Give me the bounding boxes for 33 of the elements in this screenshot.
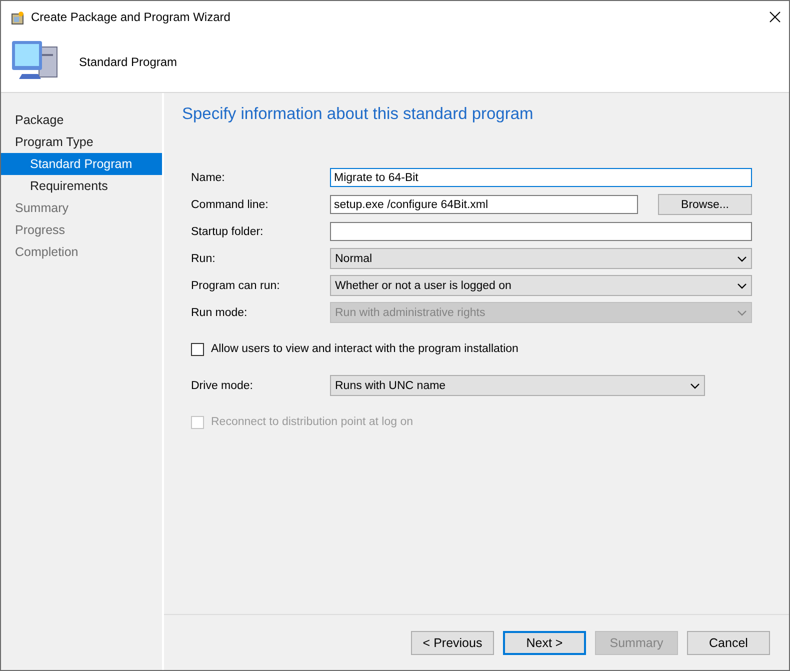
wizard-step[interactable]: Standard Program [1,153,162,175]
field-label: Run mode: [191,306,248,318]
checkbox[interactable] [191,342,204,356]
wizard-step[interactable]: Requirements [1,175,162,197]
chevron-down-icon [690,382,700,388]
field-label: Drive mode: [191,380,254,392]
chevron-down-icon [737,310,747,316]
page-heading: Specify information about this standard program [182,105,534,124]
chevron-down-icon [737,282,747,288]
dropdown[interactable]: Whether or not a user is logged on [330,275,752,296]
text-field[interactable]: setup.exe /configure 64Bit.xml [330,195,638,214]
window-title: Create Package and Program Wizard [31,10,232,24]
dropdown[interactable]: Runs with UNC name [330,375,705,396]
page-header-title: Standard Program [79,55,178,69]
wizard-button[interactable]: Cancel [687,630,770,654]
field-label: Startup folder: [191,226,264,238]
chevron-down-icon [737,256,747,262]
wizard-step[interactable]: Program Type [1,131,162,153]
field-label: Name: [191,172,226,184]
close-icon[interactable] [769,10,781,22]
wizard-step[interactable]: Package [1,109,162,131]
text-field[interactable] [330,222,752,241]
field-label: Command line: [191,198,270,210]
browse-button[interactable]: Browse... [658,194,752,215]
dropdown[interactable]: Normal [330,248,752,269]
wizard-button[interactable]: Next > [503,630,586,654]
field-label: Run: [191,252,216,264]
checkbox-label: Reconnect to distribution point at log on [211,416,414,428]
text-field[interactable]: Migrate to 64-Bit [330,168,752,187]
checkbox-label: Allow users to view and interact with the program installation [211,343,518,355]
wizard-button[interactable]: < Previous [411,630,494,654]
field-label: Program can run: [191,280,281,292]
package-icon [9,8,25,24]
